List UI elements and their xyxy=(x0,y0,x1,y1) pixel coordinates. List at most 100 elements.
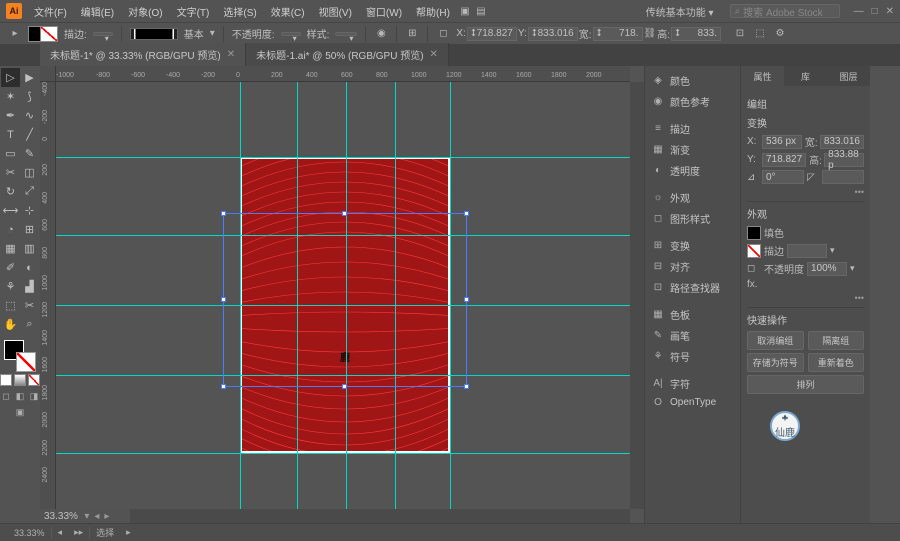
prefs-icon[interactable]: ⚙ xyxy=(773,27,787,41)
prop-rotate[interactable]: 0° xyxy=(762,170,804,184)
menu-select[interactable]: 选择(S) xyxy=(217,2,262,21)
link-icon[interactable]: ⛓ xyxy=(644,28,657,39)
scrollbar-horizontal[interactable] xyxy=(130,509,630,523)
blend-tool[interactable]: ◐ xyxy=(20,258,39,277)
save-symbol-button[interactable]: 存储为符号 xyxy=(747,353,804,372)
gradient-tool[interactable]: ▥ xyxy=(20,239,39,258)
y-input[interactable]: ⭥833.016 xyxy=(528,27,578,41)
menu-type[interactable]: 文字(T) xyxy=(171,2,216,21)
panel-transparency[interactable]: ◐透明度 xyxy=(645,160,740,181)
panel-transform[interactable]: ⊞变换 xyxy=(645,235,740,256)
prop-stroke-weight[interactable] xyxy=(787,244,827,258)
menu-file[interactable]: 文件(F) xyxy=(28,2,73,21)
menu-window[interactable]: 窗口(W) xyxy=(360,2,408,21)
guide-horizontal[interactable] xyxy=(56,375,630,376)
panel-opentype[interactable]: OOpenType xyxy=(645,394,740,411)
rectangle-tool[interactable]: ▭ xyxy=(1,144,20,163)
hand-tool[interactable]: ✋ xyxy=(1,315,20,334)
guide-vertical[interactable] xyxy=(346,82,347,509)
prop-h[interactable]: 833.88 p xyxy=(824,153,864,167)
selection-tool[interactable]: ▷ xyxy=(1,68,20,87)
arrange-button[interactable]: 排列 xyxy=(747,375,864,394)
zoom-drop-icon[interactable]: ▾ xyxy=(82,511,92,522)
fill-swatch[interactable] xyxy=(747,226,761,240)
guide-horizontal[interactable] xyxy=(56,157,630,158)
document-tab[interactable]: 未标题-1.ai* @ 50% (RGB/GPU 预览)✕ xyxy=(246,43,449,66)
recolor-button[interactable]: 重新着色 xyxy=(808,353,865,372)
direct-selection-tool[interactable]: ▶ xyxy=(20,68,39,87)
artboard-tool[interactable]: ⬚ xyxy=(1,296,20,315)
status-nav-prev[interactable]: ◂ xyxy=(52,527,69,538)
graph-tool[interactable]: ▟ xyxy=(20,277,39,296)
fill-stroke-tool[interactable] xyxy=(4,340,36,372)
arrange-icon[interactable]: ▤ xyxy=(474,4,488,18)
zoom-tool[interactable]: ⌕ xyxy=(20,315,39,334)
color-mode-toggle[interactable] xyxy=(0,374,41,386)
ruler-origin[interactable] xyxy=(40,66,56,82)
close-icon[interactable]: ✕ xyxy=(227,49,235,60)
prop-tab-layers[interactable]: 图层 xyxy=(827,66,870,86)
symbol-tool[interactable]: ⚘ xyxy=(1,277,20,296)
line-tool[interactable]: ╱ xyxy=(20,125,39,144)
panel-stroke[interactable]: ≡描边 xyxy=(645,118,740,139)
prop-y[interactable]: 718.827 xyxy=(762,153,806,167)
fx-label[interactable]: fx. xyxy=(747,279,758,290)
prop-tab-properties[interactable]: 属性 xyxy=(741,66,784,86)
menu-edit[interactable]: 编辑(E) xyxy=(75,2,120,21)
guide-horizontal[interactable] xyxy=(56,453,630,454)
document-tab[interactable]: 未标题-1* @ 33.33% (RGB/GPU 预览)✕ xyxy=(40,43,246,66)
prop-tab-libraries[interactable]: 库 xyxy=(784,66,827,86)
panel-colorguide[interactable]: ◉颜色参考 xyxy=(645,91,740,112)
guide-horizontal[interactable] xyxy=(56,305,630,306)
panel-brushes[interactable]: ✎画笔 xyxy=(645,325,740,346)
panel-symbols[interactable]: ⚘符号 xyxy=(645,346,740,367)
x-input[interactable]: ⭥718.827 xyxy=(467,27,517,41)
close-icon[interactable]: ✕ xyxy=(430,49,438,60)
type-tool[interactable]: T xyxy=(1,125,20,144)
canvas[interactable]: -1000-800-600-400-2000200400600800100012… xyxy=(40,66,644,523)
window-maximize[interactable]: □ xyxy=(872,6,878,17)
slice-tool[interactable]: ✂ xyxy=(20,296,39,315)
panel-color[interactable]: ◈颜色 xyxy=(645,70,740,91)
more-appearance[interactable]: ••• xyxy=(747,293,864,303)
menu-effect[interactable]: 效果(C) xyxy=(265,2,311,21)
guide-vertical[interactable] xyxy=(297,82,298,509)
eraser-tool[interactable]: ◫ xyxy=(20,163,39,182)
panel-align[interactable]: ⊟对齐 xyxy=(645,256,740,277)
style-drop[interactable] xyxy=(335,32,357,36)
align-icon[interactable]: ⊞ xyxy=(405,27,419,41)
panel-swatches[interactable]: ▦色板 xyxy=(645,304,740,325)
magic-wand-tool[interactable]: ✶ xyxy=(1,87,20,106)
guide-vertical[interactable] xyxy=(240,82,241,509)
transform-icon[interactable]: ◻ xyxy=(436,27,450,41)
drawing-mode-toggle[interactable]: ◻◧◨ xyxy=(0,390,41,402)
shaper-tool[interactable]: ✂ xyxy=(1,163,20,182)
bridge-icon[interactable]: ▣ xyxy=(458,4,472,18)
shape-builder-tool[interactable]: ◔ xyxy=(1,220,20,239)
isolate-button[interactable]: 隔离组 xyxy=(808,331,865,350)
h-input[interactable]: ⭥833. xyxy=(671,27,721,41)
panel-character[interactable]: A|字符 xyxy=(645,373,740,394)
menu-help[interactable]: 帮助(H) xyxy=(410,2,456,21)
isolate-icon[interactable]: ⊡ xyxy=(733,27,747,41)
w-input[interactable]: ⭥718. xyxy=(593,27,643,41)
prop-w[interactable]: 833.016 xyxy=(820,135,864,149)
panel-graphicstyles[interactable]: ◻图形样式 xyxy=(645,208,740,229)
eyedropper-tool[interactable]: ✐ xyxy=(1,258,20,277)
ruler-horizontal[interactable]: -1000-800-600-400-2000200400600800100012… xyxy=(56,66,630,82)
stroke-weight-drop[interactable] xyxy=(93,32,113,36)
screen-mode-toggle[interactable]: ▣ xyxy=(13,406,27,418)
menu-view[interactable]: 视图(V) xyxy=(313,2,358,21)
prop-x[interactable]: 536 px xyxy=(762,135,802,149)
guide-vertical[interactable] xyxy=(395,82,396,509)
pen-tool[interactable]: ✒ xyxy=(1,106,20,125)
perspective-tool[interactable]: ⊞ xyxy=(20,220,39,239)
prop-opacity[interactable]: 100% xyxy=(807,262,847,276)
search-input[interactable]: ⌕搜索 Adobe Stock xyxy=(730,4,840,18)
curvature-tool[interactable]: ∿ xyxy=(20,106,39,125)
workspace-switcher[interactable]: 传统基本功能 ▾ xyxy=(638,2,722,21)
opacity-drop[interactable] xyxy=(281,32,301,36)
mesh-tool[interactable]: ▦ xyxy=(1,239,20,258)
recolor-icon[interactable]: ◉ xyxy=(374,27,388,41)
artboard-next[interactable]: ▸ xyxy=(102,511,112,522)
